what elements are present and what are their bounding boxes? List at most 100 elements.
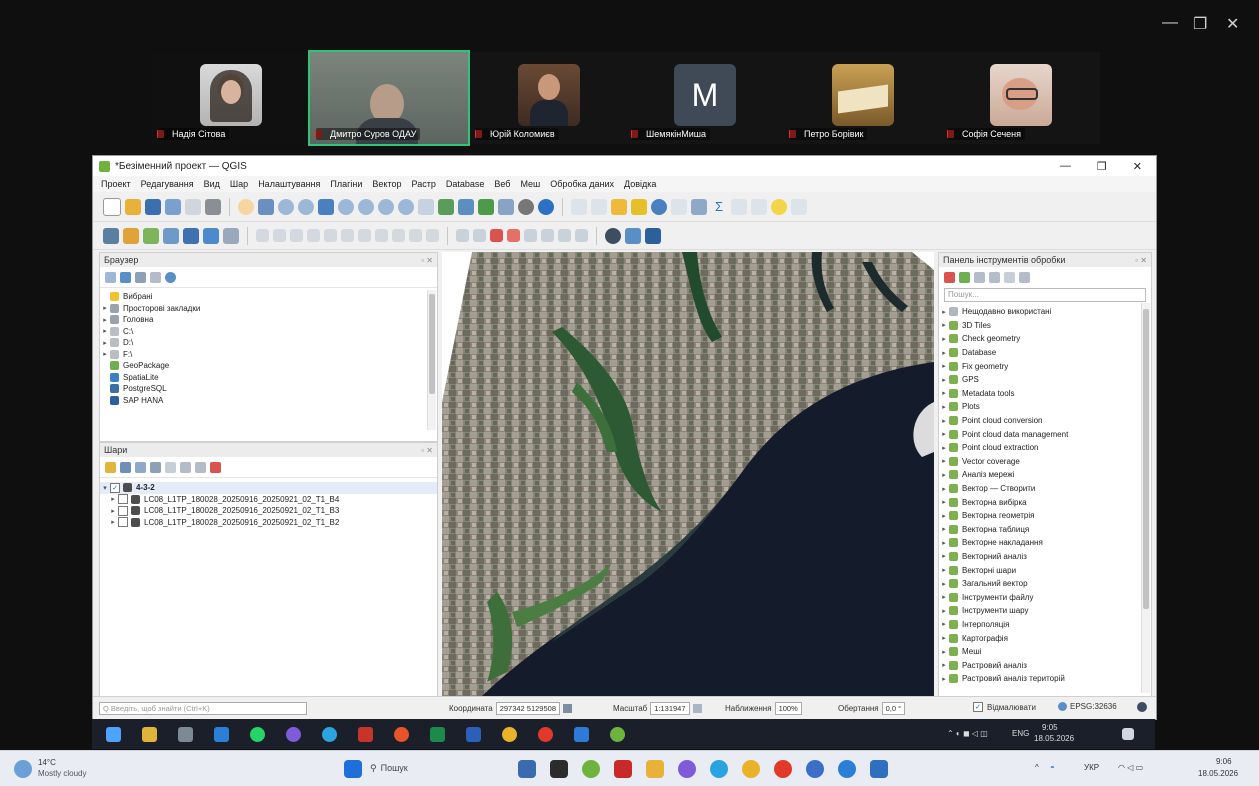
toolbox-group-item[interactable]: ▸ Інтерполяція xyxy=(939,618,1151,632)
add-wms-icon[interactable] xyxy=(203,227,219,244)
filter-expression-icon[interactable] xyxy=(165,461,176,473)
expand-arrow-icon[interactable]: ▸ xyxy=(939,566,949,574)
pan-to-selection-icon[interactable] xyxy=(258,198,274,215)
extents-toggle-icon[interactable] xyxy=(563,704,572,713)
browser-item[interactable]: ▸ C:\ xyxy=(100,326,437,338)
refresh-icon[interactable] xyxy=(120,271,131,283)
data-source-manager-icon[interactable] xyxy=(103,227,119,244)
measure-icon[interactable] xyxy=(731,198,747,215)
qgis-taskbar-icon[interactable] xyxy=(582,760,600,778)
collapse-all-icon[interactable] xyxy=(195,461,206,473)
app-icon[interactable] xyxy=(574,727,589,742)
file-explorer-icon[interactable] xyxy=(646,760,664,778)
new-map-view-icon[interactable] xyxy=(438,198,454,215)
scale-field[interactable]: 1:131947 xyxy=(650,702,690,715)
toolbox-icon[interactable] xyxy=(691,198,707,215)
zoom-in-icon[interactable] xyxy=(278,198,294,215)
browser-item[interactable]: ▸ D:\ xyxy=(100,337,437,349)
menu-item-help[interactable]: Довідка xyxy=(624,179,656,189)
toolbox-group-item[interactable]: ▸ Point cloud conversion xyxy=(939,414,1151,428)
weather-desc[interactable]: Mostly cloudy xyxy=(38,769,86,778)
annotation-icon[interactable] xyxy=(751,198,767,215)
chrome-icon[interactable] xyxy=(502,727,517,742)
batch-icon[interactable] xyxy=(1004,271,1015,283)
expand-arrow-icon[interactable]: ▸ xyxy=(939,634,949,642)
layout-manager-icon[interactable] xyxy=(185,198,201,215)
excel-icon[interactable] xyxy=(430,727,445,742)
remove-layer-icon[interactable] xyxy=(210,461,221,473)
menu-item-web[interactable]: Веб xyxy=(494,179,510,189)
add-group-icon[interactable] xyxy=(120,461,131,473)
collapse-all-icon[interactable] xyxy=(150,271,161,283)
edit-pencil-icon[interactable] xyxy=(256,229,269,242)
add-vector-icon[interactable] xyxy=(143,227,159,244)
layer-item[interactable]: ▸ LC08_L1TP_180028_20250916_20250921_02_T… xyxy=(100,505,437,517)
field-calculator-icon[interactable] xyxy=(671,198,687,215)
toolbox-group-item[interactable]: ▸ Інструменти файлу xyxy=(939,590,1151,604)
menu-item-raster[interactable]: Растр xyxy=(412,179,436,189)
participant-tile-active[interactable]: Дмитро Суров ОДАУ xyxy=(308,50,470,146)
menu-item-plugins[interactable]: Плагіни xyxy=(330,179,362,189)
start-icon[interactable] xyxy=(106,727,121,742)
georeferencer-icon[interactable] xyxy=(605,227,621,244)
cut-icon[interactable] xyxy=(358,229,371,242)
models-icon[interactable] xyxy=(944,271,955,283)
toolbox-group-item[interactable]: ▸ Векторний аналіз xyxy=(939,550,1151,564)
app-icon[interactable] xyxy=(394,727,409,742)
visibility-icon[interactable] xyxy=(135,461,146,473)
add-selected-icon[interactable] xyxy=(105,271,116,283)
toolbox-group-item[interactable]: ▸ Векторні шари xyxy=(939,563,1151,577)
participant-tile[interactable]: Надія Сітова xyxy=(152,52,310,144)
layer-checkbox[interactable] xyxy=(118,517,128,528)
select-icon[interactable] xyxy=(591,198,607,215)
app-icon[interactable] xyxy=(614,760,632,778)
expand-arrow-icon[interactable]: ▸ xyxy=(939,308,949,316)
locator-search-input[interactable]: Q Введіть, щоб знайти (Ctrl+K) xyxy=(99,702,307,715)
expand-arrow-icon[interactable]: ▸ xyxy=(939,661,949,669)
toolbox-group-item[interactable]: ▸ Database xyxy=(939,346,1151,360)
new-geopackage-icon[interactable] xyxy=(123,227,139,244)
minimize-icon[interactable]: — xyxy=(1060,160,1071,173)
expand-arrow-icon[interactable]: ▸ xyxy=(939,580,949,588)
windows-start-icon[interactable] xyxy=(344,760,362,778)
browser-item[interactable]: ▸ F:\ xyxy=(100,349,437,361)
layer-item[interactable]: ▸ LC08_L1TP_180028_20250916_20250921_02_T… xyxy=(100,517,437,529)
pan-icon[interactable] xyxy=(238,198,254,215)
app-icon[interactable] xyxy=(178,727,193,742)
toolbox-group-item[interactable]: ▸ Загальний вектор xyxy=(939,577,1151,591)
expand-arrow-icon[interactable]: ▸ xyxy=(939,552,949,560)
style-panel-icon[interactable] xyxy=(105,461,116,473)
participant-tile[interactable]: Юрій Коломиєв xyxy=(470,52,628,144)
zoom-native-icon[interactable] xyxy=(378,198,394,215)
expand-arrow-icon[interactable]: ▸ xyxy=(939,321,949,329)
toolbox-group-item[interactable]: ▸ Растровий аналіз територій xyxy=(939,672,1151,686)
clock-time[interactable]: 9:05 xyxy=(1042,723,1058,732)
label-move-icon[interactable] xyxy=(541,229,554,242)
viber-icon[interactable] xyxy=(678,760,696,778)
viber-icon[interactable] xyxy=(286,727,301,742)
expand-arrow-icon[interactable]: ▸ xyxy=(939,525,949,533)
new-project-icon[interactable] xyxy=(103,197,121,216)
add-wfs-icon[interactable] xyxy=(223,227,239,244)
lock-scale-icon[interactable] xyxy=(692,704,702,713)
layer-checkbox[interactable] xyxy=(118,505,128,516)
restore-icon[interactable]: ❐ xyxy=(1193,14,1207,34)
delete-feature-icon[interactable] xyxy=(341,229,354,242)
expand-arrow-icon[interactable]: ▸ xyxy=(939,512,949,520)
language-indicator[interactable]: УКР xyxy=(1084,763,1099,772)
save-project-icon[interactable] xyxy=(145,198,161,215)
toolbox-group-item[interactable]: ▸ Растровий аналіз xyxy=(939,658,1151,672)
expand-arrow-icon[interactable]: ▸ xyxy=(939,675,949,683)
toolbox-group-item[interactable]: ▸ Metadata tools xyxy=(939,387,1151,401)
zoom-last-icon[interactable] xyxy=(398,198,414,215)
toolbox-group-item[interactable]: ▸ Point cloud data management xyxy=(939,427,1151,441)
menu-item-project[interactable]: Проект xyxy=(101,179,131,189)
label-rotate-icon[interactable] xyxy=(558,229,571,242)
app-icon[interactable] xyxy=(838,760,856,778)
browser-item[interactable]: ▸ Головна xyxy=(100,314,437,326)
digitize-icon[interactable] xyxy=(456,229,469,242)
toolbox-group-item[interactable]: ▸ Векторна таблиця xyxy=(939,523,1151,537)
layer-item[interactable]: ▸ LC08_L1TP_180028_20250916_20250921_02_T… xyxy=(100,494,437,506)
menu-item-layer[interactable]: Шар xyxy=(230,179,248,189)
remote-desktop-icon[interactable] xyxy=(870,760,888,778)
